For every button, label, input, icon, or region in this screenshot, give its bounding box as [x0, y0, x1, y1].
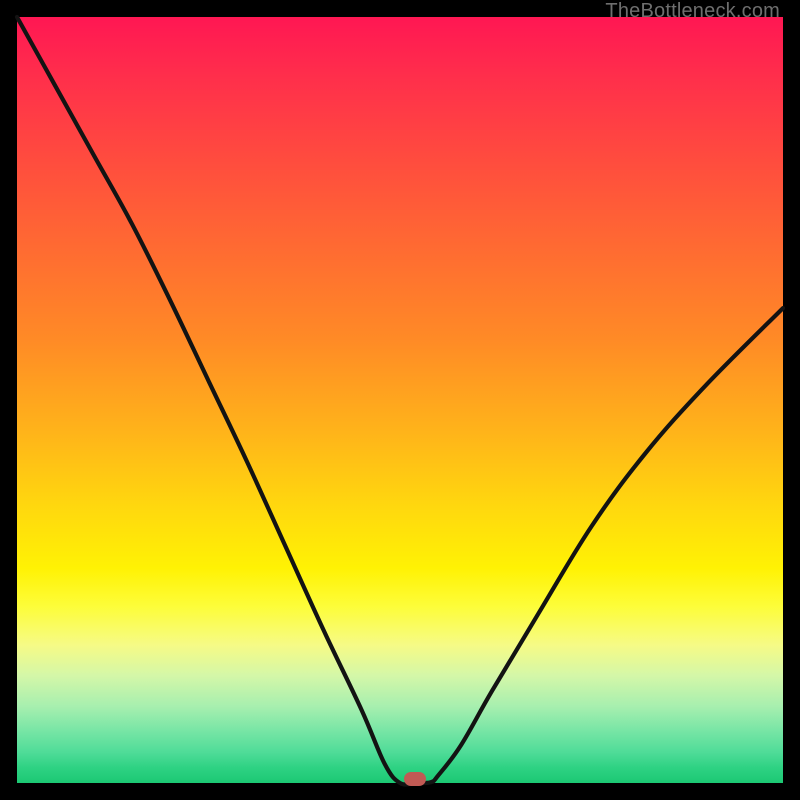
bottleneck-curve [17, 17, 783, 783]
curve-path [17, 17, 783, 785]
chart-frame: TheBottleneck.com [0, 0, 800, 800]
watermark-text: TheBottleneck.com [605, 0, 780, 23]
bottleneck-marker [404, 772, 426, 786]
plot-area [17, 17, 783, 783]
